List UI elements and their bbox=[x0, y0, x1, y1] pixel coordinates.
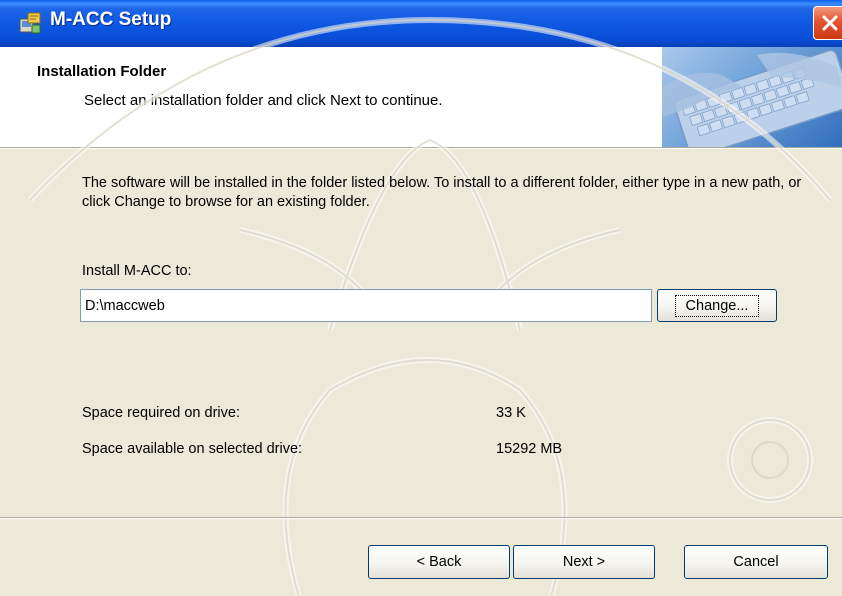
keyboard-banner-image bbox=[662, 47, 842, 147]
title-bar[interactable]: M-ACC Setup bbox=[0, 0, 842, 47]
page-title: Installation Folder bbox=[37, 63, 167, 80]
close-icon bbox=[822, 15, 838, 31]
space-required-value: 33 K bbox=[496, 405, 526, 421]
window-title: M-ACC Setup bbox=[50, 9, 172, 30]
setup-window: M-ACC Setup Installation Folder Select a… bbox=[0, 0, 842, 596]
cancel-button[interactable]: Cancel bbox=[684, 545, 828, 579]
footer-divider-highlight bbox=[0, 518, 842, 519]
install-path-input[interactable] bbox=[80, 289, 652, 322]
space-available-label: Space available on selected drive: bbox=[82, 441, 303, 457]
close-button[interactable] bbox=[813, 6, 842, 40]
change-button-label: Change... bbox=[674, 294, 760, 317]
space-available-value: 15292 MB bbox=[496, 441, 563, 457]
description-text: The software will be installed in the fo… bbox=[82, 175, 802, 210]
install-location-label: Install M-ACC to: bbox=[82, 263, 192, 279]
next-button[interactable]: Next > bbox=[513, 545, 655, 579]
space-required-label: Space required on drive: bbox=[82, 405, 240, 421]
installer-icon bbox=[18, 11, 42, 35]
back-button[interactable]: < Back bbox=[368, 545, 510, 579]
header-banner: Installation Folder Select an installati… bbox=[0, 47, 842, 147]
change-button[interactable]: Change... bbox=[657, 289, 777, 322]
header-divider-highlight bbox=[0, 148, 842, 149]
page-subtitle: Select an installation folder and click … bbox=[84, 92, 443, 109]
